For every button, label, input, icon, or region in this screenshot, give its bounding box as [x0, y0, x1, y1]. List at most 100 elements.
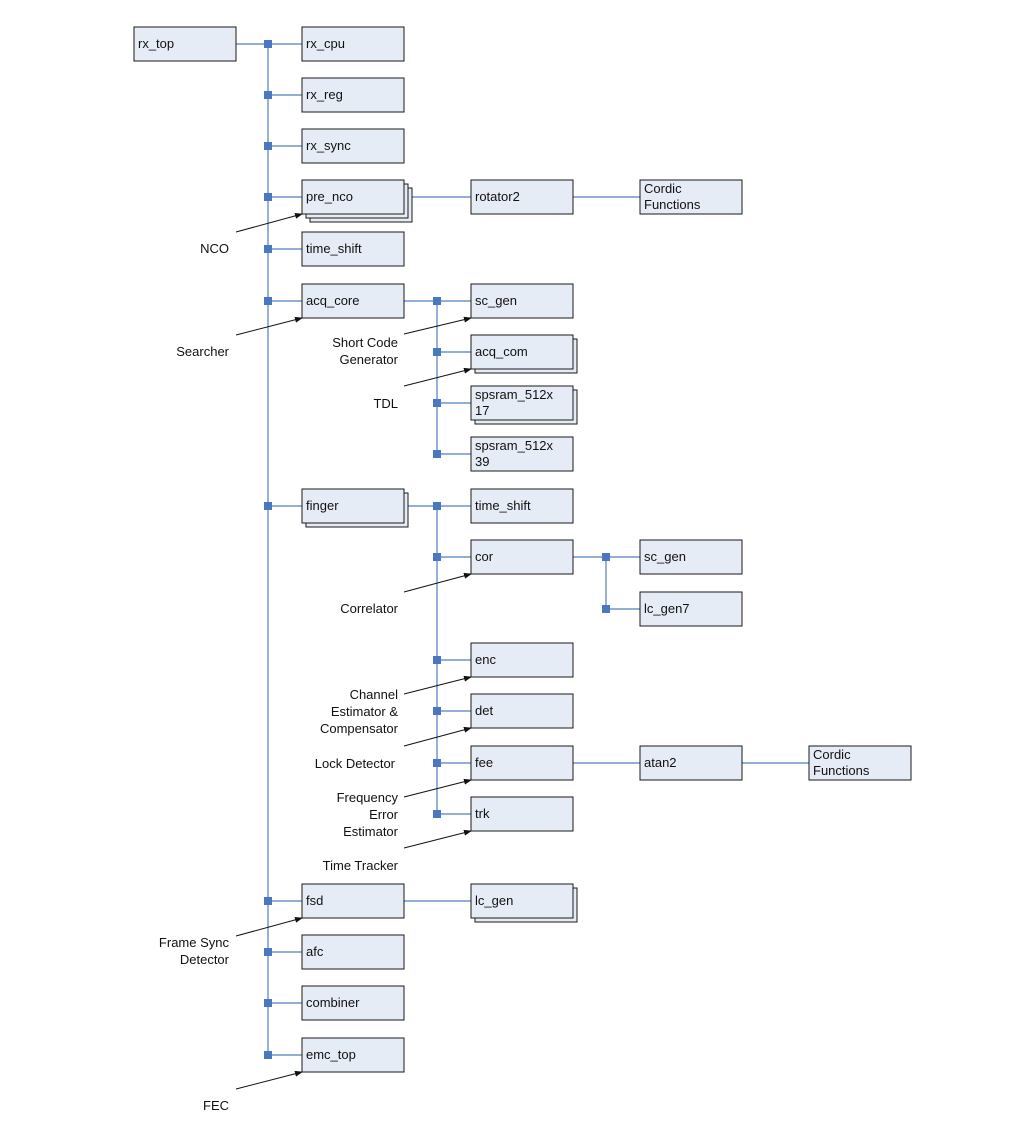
module-combiner[interactable]: combiner	[301, 985, 405, 1021]
junction-node	[433, 297, 441, 305]
junction-node	[433, 707, 441, 715]
annotation-fec: FEC	[203, 1070, 303, 1113]
module-rx-reg[interactable]: rx_reg	[301, 77, 405, 113]
junction-node	[264, 297, 272, 305]
module-cordic-1[interactable]: Cordic Functions	[639, 179, 743, 215]
junction-node	[264, 948, 272, 956]
module-label: fee	[475, 755, 493, 770]
junction-node	[433, 399, 441, 407]
annotation-labels: NCO Searcher Short Code Generator TDL Correla…	[159, 212, 472, 1113]
module-label: det	[475, 703, 493, 718]
annotation-label: FEC	[203, 1098, 229, 1113]
junction-node	[264, 91, 272, 99]
module-fee[interactable]: fee	[470, 745, 574, 781]
module-cordic-2[interactable]: Cordic Functions	[808, 745, 912, 781]
module-label: rx_cpu	[306, 36, 345, 51]
module-label: lc_gen7	[644, 601, 690, 616]
junction-node	[264, 193, 272, 201]
annotation-label: Searcher	[176, 344, 229, 359]
annotation-arrow	[235, 316, 303, 336]
junction-node	[264, 502, 272, 510]
annotation-arrow	[235, 1070, 303, 1090]
module-enc[interactable]: enc	[470, 642, 574, 678]
module-time-shift-finger[interactable]: time_shift	[470, 488, 574, 524]
junction-node	[433, 553, 441, 561]
module-label: cor	[475, 549, 494, 564]
annotation-label: Frame Sync Detector	[159, 935, 230, 967]
annotation-label: Channel Estimator & Compensator	[320, 687, 399, 736]
module-label: sc_gen	[644, 549, 686, 564]
module-afc[interactable]: afc	[301, 934, 405, 970]
module-label: rx_top	[138, 36, 174, 51]
module-fsd[interactable]: fsd	[301, 883, 405, 919]
module-label: atan2	[644, 755, 677, 770]
junction-node	[264, 142, 272, 150]
module-label: finger	[306, 498, 339, 513]
junction-node	[602, 553, 610, 561]
module-label: time_shift	[306, 241, 362, 256]
annotation-label: NCO	[200, 241, 229, 256]
annotation-frame-sync-detector: Frame Sync Detector	[159, 916, 303, 967]
annotation-short-code-generator: Short Code Generator	[332, 316, 472, 367]
module-rx-cpu[interactable]: rx_cpu	[301, 26, 405, 62]
module-rotator2[interactable]: rotator2	[470, 179, 574, 215]
module-label: afc	[306, 944, 324, 959]
annotation-label: Lock Detector	[315, 756, 396, 771]
module-atan2[interactable]: atan2	[639, 745, 743, 781]
module-hierarchy-diagram: rx_top rx_cpu rx_reg rx_sync pre_nco time_shi…	[133, 26, 912, 1113]
annotation-frequency-error-estimator: Frequency Error Estimator	[337, 778, 472, 839]
annotation-label: Correlator	[340, 601, 398, 616]
module-det[interactable]: det	[470, 693, 574, 729]
junction-node	[433, 348, 441, 356]
module-sc-gen-acq[interactable]: sc_gen	[470, 283, 574, 319]
module-boxes: rx_top rx_cpu rx_reg rx_sync pre_nco time_shi…	[133, 26, 912, 1073]
annotation-nco: NCO	[200, 212, 303, 256]
module-spsram-17[interactable]: spsram_512x 17	[470, 385, 578, 425]
annotation-channel-estimator: Channel Estimator & Compensator	[320, 675, 472, 736]
module-spsram-39[interactable]: spsram_512x 39	[470, 436, 574, 472]
annotation-arrow	[403, 829, 472, 849]
module-label: lc_gen	[475, 893, 513, 908]
annotation-arrow	[235, 212, 303, 233]
module-label: trk	[475, 806, 490, 821]
module-label: rotator2	[475, 189, 520, 204]
junction-node	[264, 897, 272, 905]
module-lc-gen7[interactable]: lc_gen7	[639, 591, 743, 627]
module-label: emc_top	[306, 1047, 356, 1062]
annotation-label: Short Code Generator	[332, 335, 398, 367]
junction-node	[433, 759, 441, 767]
module-rx-top[interactable]: rx_top	[133, 26, 237, 62]
module-label: pre_nco	[306, 189, 353, 204]
module-cor[interactable]: cor	[470, 539, 574, 575]
module-label: sc_gen	[475, 293, 517, 308]
module-acq-core[interactable]: acq_core	[301, 283, 405, 319]
junction-node	[433, 502, 441, 510]
annotation-tdl: TDL	[373, 367, 472, 411]
module-label: rx_reg	[306, 87, 343, 102]
junction-node	[264, 999, 272, 1007]
module-label: combiner	[306, 995, 360, 1010]
module-pre-nco[interactable]: pre_nco	[301, 179, 413, 223]
module-label: acq_core	[306, 293, 359, 308]
module-acq-com[interactable]: acq_com	[470, 334, 578, 374]
module-emc-top[interactable]: emc_top	[301, 1037, 405, 1073]
annotation-arrow	[235, 916, 303, 937]
annotation-label: Frequency Error Estimator	[337, 790, 399, 839]
module-rx-sync[interactable]: rx_sync	[301, 128, 405, 164]
annotation-searcher: Searcher	[176, 316, 303, 359]
junction-node	[433, 810, 441, 818]
junction-node	[602, 605, 610, 613]
module-lc-gen[interactable]: lc_gen	[470, 883, 578, 923]
junction-node	[264, 40, 272, 48]
module-trk[interactable]: trk	[470, 796, 574, 832]
module-time-shift-top[interactable]: time_shift	[301, 231, 405, 267]
annotation-label: TDL	[373, 396, 398, 411]
junction-node	[433, 656, 441, 664]
module-sc-gen-cor[interactable]: sc_gen	[639, 539, 743, 575]
module-finger[interactable]: finger	[301, 488, 409, 528]
module-label: enc	[475, 652, 496, 667]
annotation-label: Time Tracker	[323, 858, 399, 873]
junction-node	[433, 450, 441, 458]
module-label: time_shift	[475, 498, 531, 513]
module-label: rx_sync	[306, 138, 351, 153]
